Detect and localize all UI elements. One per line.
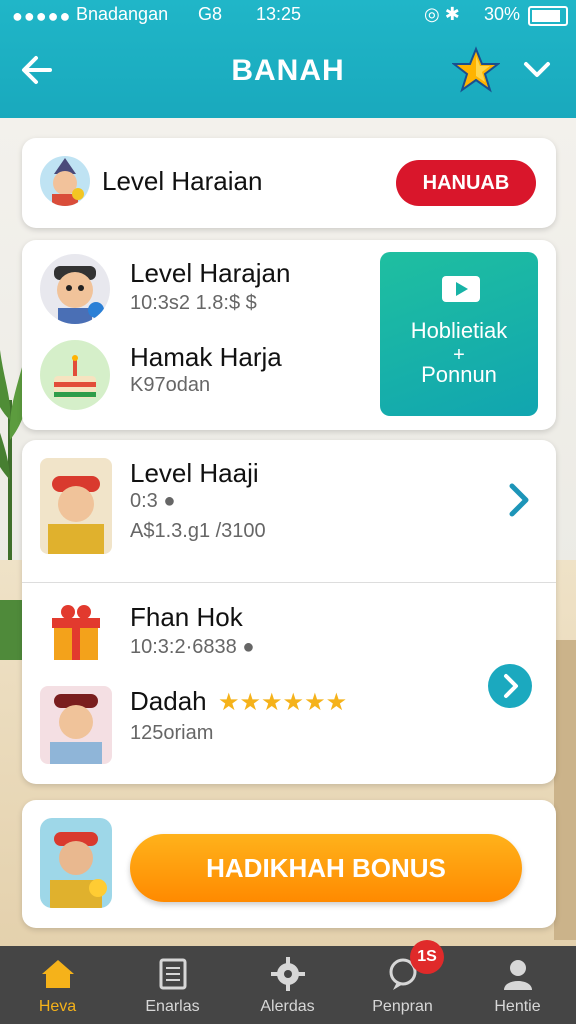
list-item-subtitle: 10:3s2 1.8:$ $	[130, 292, 257, 314]
list-item-subtitle: 125oriam	[130, 722, 214, 744]
hedge-decoration	[0, 600, 22, 660]
claim-button[interactable]: HANUAB	[396, 160, 536, 206]
nav-label: Heva	[38, 998, 77, 1015]
gift-icon	[52, 605, 100, 660]
list-item-subtitle: K97odan	[130, 374, 211, 396]
level-title: Level Haraian	[102, 166, 263, 196]
network-type: G8	[198, 4, 223, 24]
chevron-right-icon[interactable]	[504, 480, 534, 530]
list-item-subtitle: 0:3 ●	[130, 490, 176, 512]
app-header: ●●●●● Bnadangan G8 13:25 ◎ ✱ 30% BANAH	[0, 0, 576, 118]
list-item-title: Level Harajan	[130, 258, 291, 288]
star-rating: ★★★★★★	[218, 689, 348, 716]
list-item-title: Level Haaji	[130, 458, 259, 488]
promo-line1: Hoblietiak	[410, 318, 508, 343]
bottom-nav: Heva Enarlas Alerdas Penpran Hentie	[0, 946, 576, 1024]
promo-button[interactable]: Hoblietiak + Ponnun	[380, 252, 538, 416]
wall-decoration	[554, 640, 576, 940]
status-icons: ◎ ✱	[424, 4, 460, 24]
rewards-card: Level Haaji 0:3 ● A$1.3.g1 /3100 Fhan Ho…	[22, 440, 556, 784]
list-item-title: Dadah	[130, 686, 207, 716]
list-item-subtitle: 10:3:2·6838 ●	[130, 636, 255, 658]
user-icon	[504, 960, 532, 990]
nav-label: Alerdas	[260, 998, 315, 1015]
gear-icon	[271, 957, 305, 991]
status-time: 13:25	[256, 4, 302, 24]
nav-label: Hentie	[494, 998, 541, 1015]
nav-label: Enarlas	[145, 998, 200, 1015]
signal-dots: ●●●●●	[12, 6, 72, 26]
status-bar: ●●●●● Bnadangan G8 13:25 ◎ ✱ 30%	[0, 0, 576, 30]
nav-label: Penpran	[372, 998, 433, 1015]
nav-item-profile[interactable]: Hentie	[460, 946, 575, 1024]
list-item-title: Fhan Hok	[130, 602, 243, 632]
promo-line3: Ponnun	[421, 362, 497, 387]
avatar	[40, 686, 112, 764]
battery-icon	[528, 6, 568, 26]
star-icon[interactable]	[452, 46, 500, 94]
avatar	[40, 458, 112, 554]
chevron-down-icon[interactable]	[520, 52, 556, 88]
carrier-name: Bnadangan	[76, 4, 169, 24]
list-item-value: A$1.3.g1 /3100	[130, 520, 266, 542]
divider	[22, 582, 556, 583]
home-icon	[42, 960, 74, 988]
notification-badge: 1S	[410, 940, 444, 974]
document-icon	[159, 958, 187, 990]
list-item-title: Hamak Harja	[130, 342, 282, 372]
nav-item-settings[interactable]: Alerdas	[230, 946, 345, 1024]
next-button[interactable]	[488, 664, 532, 708]
avatar	[40, 254, 110, 324]
bonus-button[interactable]: HADIKHAH BONUS	[130, 834, 522, 902]
cake-icon	[40, 340, 110, 410]
bonus-card: HADIKHAH BONUS	[22, 800, 556, 928]
level-card: Level Haraian HANUAB	[22, 138, 556, 228]
nav-item-home[interactable]: Heva	[0, 946, 115, 1024]
video-icon	[442, 276, 480, 302]
avatar	[40, 818, 112, 908]
tasks-card: Level Harajan 10:3s2 1.8:$ $ Hamak Harja…	[22, 240, 556, 430]
battery-percent: 30%	[484, 4, 521, 24]
avatar	[40, 156, 90, 206]
nav-item-document[interactable]: Enarlas	[115, 946, 230, 1024]
